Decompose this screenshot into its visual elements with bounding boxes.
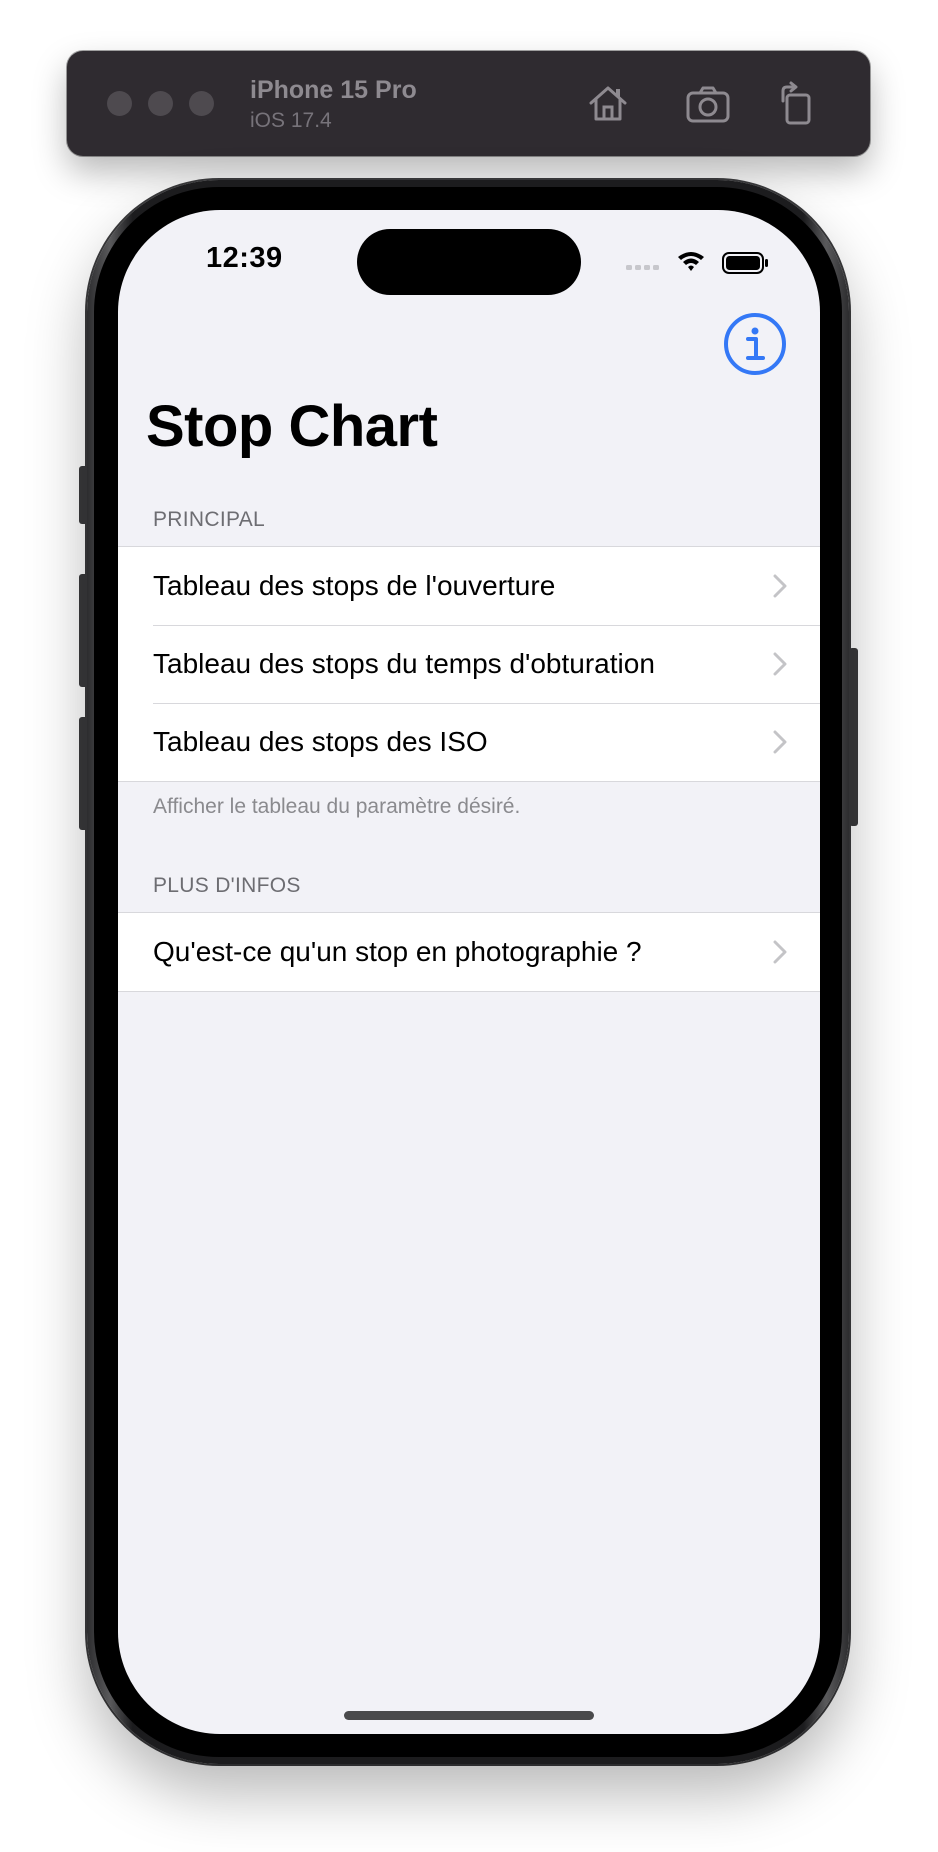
section-group-principal: Tableau des stops de l'ouverture Tableau… — [118, 546, 820, 782]
section-header-more-info: PLUS D'INFOS — [153, 874, 301, 897]
simulator-toolbar: iPhone 15 Pro iOS 17.4 — [67, 51, 870, 156]
list-item-iso-stops[interactable]: Tableau des stops des ISO — [118, 703, 820, 781]
screenshot-icon[interactable] — [683, 79, 733, 129]
chevron-right-icon — [773, 730, 787, 754]
status-time: 12:39 — [206, 242, 283, 274]
list-item-label: Tableau des stops de l'ouverture — [153, 570, 556, 601]
chevron-right-icon — [773, 652, 787, 676]
list-item-aperture-stops[interactable]: Tableau des stops de l'ouverture — [118, 547, 820, 625]
section-group-more-info: Qu'est-ce qu'un stop en photographie ? — [118, 912, 820, 992]
window-minimize-button[interactable] — [148, 91, 173, 116]
list-item-label: Tableau des stops du temps d'obturation — [153, 648, 655, 679]
info-icon[interactable] — [723, 312, 787, 376]
app-screen: 12:39 Stop Chart PRINCIPAL Tableau des s — [118, 210, 820, 1734]
chevron-right-icon — [773, 940, 787, 964]
chevron-right-icon — [773, 574, 787, 598]
list-item-shutter-speed-stops[interactable]: Tableau des stops du temps d'obturation — [118, 625, 820, 703]
status-icons — [626, 252, 768, 274]
section-header-principal: PRINCIPAL — [153, 508, 266, 531]
cellular-signal-icon — [626, 265, 659, 270]
rotate-icon[interactable] — [773, 79, 823, 129]
window-close-button[interactable] — [107, 91, 132, 116]
home-indicator[interactable] — [344, 1711, 594, 1720]
wifi-icon — [678, 252, 704, 271]
battery-icon — [722, 252, 768, 274]
section-footer-principal: Afficher le tableau du paramètre désiré. — [153, 795, 521, 818]
list-item-label: Tableau des stops des ISO — [153, 726, 488, 757]
device-name: iPhone 15 Pro — [250, 76, 417, 104]
device-os-version: iOS 17.4 — [250, 109, 332, 132]
list-item-label: Qu'est-ce qu'un stop en photographie ? — [153, 936, 642, 967]
home-icon[interactable] — [583, 79, 633, 129]
page-title: Stop Chart — [146, 394, 438, 459]
dynamic-island — [357, 229, 581, 295]
list-item-what-is-a-stop[interactable]: Qu'est-ce qu'un stop en photographie ? — [118, 913, 820, 991]
window-zoom-button[interactable] — [189, 91, 214, 116]
power-button[interactable] — [849, 648, 858, 826]
